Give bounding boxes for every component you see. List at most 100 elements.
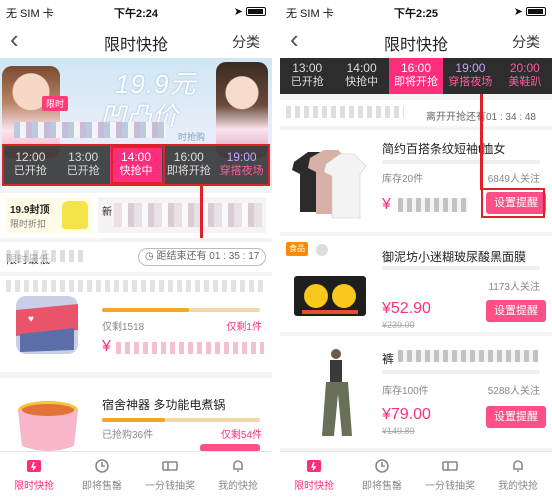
tab-1400[interactable]: 14:00 快抢中 [109, 146, 163, 184]
product-card[interactable]: 食品 御泥坊小迷糊玻尿酸黑面膜 1173人关注 ¥52.90 ¥239.00 设… [280, 236, 552, 332]
flash-sale-icon [307, 460, 321, 472]
banner-badge: 限时 [42, 96, 69, 111]
stock-count: 库存100件 [382, 386, 429, 397]
stock-left: 仅剩1件 [226, 322, 262, 333]
progress-bar [382, 160, 540, 164]
annotation-line [480, 94, 483, 190]
tab-1600[interactable]: 16:00 即将开抢 [388, 58, 444, 94]
nav-bar: ‹ 限时快抢 分类 [280, 22, 552, 58]
left-screen: 无 SIM 卡 下午2:24 ➤ ‹ 限时快抢 分类 限时 19.9元 凹凸价 … [0, 0, 272, 497]
sold-count: 已抢购36件 [102, 430, 154, 441]
product-card[interactable]: ♥ 仅剩1518 仅剩1件 ¥ [0, 276, 272, 372]
price: ¥ [102, 338, 111, 355]
trousers-image [322, 349, 352, 436]
tab-lottery[interactable]: 一分钱抽奖 [136, 452, 204, 497]
tab-lottery[interactable]: 一分钱抽奖 [416, 452, 484, 497]
tab-selling-out[interactable]: 即将售罄 [68, 452, 136, 497]
flash-sale-icon [27, 460, 41, 472]
model-image-left [2, 66, 60, 158]
annotation-line [200, 186, 203, 238]
tab-1400[interactable]: 14:00 快抢中 [334, 58, 388, 94]
countdown-bar: 离开开抢还有01 : 34 : 48 [280, 100, 552, 126]
time-tabs: 13:00 已开抢 14:00 快抢中 16:00 即将开抢 19:00 穿搭夜场 20… [280, 58, 552, 94]
category-button[interactable]: 分类 [512, 32, 540, 52]
redacted-block [398, 350, 538, 362]
tab-2000[interactable]: 20:00 美鞋趴 [498, 58, 552, 94]
nav-bar: ‹ 限时快抢 分类 [0, 22, 272, 58]
stock-count: 库存20件 [382, 174, 424, 185]
banner-link: 时抢购 [178, 132, 206, 142]
product-title: 裤 [382, 352, 395, 366]
tab-1200[interactable]: 12:00 已开抢 [4, 146, 57, 184]
product-title: 御泥坊小迷糊玻尿酸黑面膜 [382, 250, 527, 264]
category-button[interactable]: 分类 [232, 32, 260, 52]
bottom-tab-bar: 限时快抢 即将售罄 一分钱抽奖 我的快抢 [280, 451, 552, 497]
bell-icon [513, 460, 523, 472]
battery-icon: ➤ [514, 5, 546, 18]
annotation-frame [481, 188, 545, 218]
sold-count: 仅剩1518 [102, 322, 145, 333]
progress-bar [382, 370, 540, 374]
redacted-block [14, 122, 166, 138]
cooker-image [18, 401, 78, 451]
countdown-timer: ◷ 距结束还有 01 : 35 : 17 [138, 248, 267, 266]
bell-icon [233, 460, 243, 472]
price: ¥ [382, 196, 391, 213]
tab-1900[interactable]: 19:00 穿搭夜场 [215, 146, 268, 184]
original-price: ¥239.00 [382, 320, 415, 330]
redacted-block [286, 106, 404, 118]
promo-card[interactable]: 19.9封顶 限时折扣 [6, 197, 92, 233]
countdown-bar: 限时最低 ◷ 距结束还有 01 : 35 : 17 [0, 242, 272, 272]
redacted-block [116, 342, 264, 354]
promo-card[interactable]: 新 [98, 197, 266, 233]
time-tabs: 12:00 已开抢 13:00 已开抢 14:00 快抢中 16:00 即将开抢 19:… [4, 146, 268, 184]
face-mask-image [294, 276, 366, 316]
status-time: 下午2:25 [393, 8, 439, 20]
product-card[interactable]: 裤 库存100件 5288人关注 ¥79.00 ¥149.89 设置提醒 [280, 336, 552, 448]
battery-icon: ➤ [234, 5, 266, 18]
clock-icon [316, 244, 328, 256]
status-bar: 无 SIM 卡 下午2:25 ➤ [280, 0, 552, 22]
tab-1900[interactable]: 19:00 穿搭夜场 [443, 58, 497, 94]
shirt-thumbnail [62, 201, 88, 229]
svg-text:♥: ♥ [28, 314, 34, 325]
stock-left: 仅剩54件 [220, 430, 262, 441]
tab-flash-sale[interactable]: 限时快抢 [280, 452, 348, 497]
progress-bar [102, 418, 260, 422]
redacted-block [114, 203, 262, 227]
product-card[interactable]: 宿舍神器 多功能电煮锅 已抢购36件 仅剩54件 [0, 378, 272, 452]
clock-icon [95, 459, 109, 473]
price: ¥52.90 [382, 300, 431, 317]
set-reminder-button[interactable]: 设置提醒 [486, 300, 546, 322]
redacted-block [398, 198, 468, 212]
tab-1300[interactable]: 13:00 已开抢 [280, 58, 334, 94]
status-bar: 无 SIM 卡 下午2:24 ➤ [0, 0, 272, 22]
tab-1600[interactable]: 16:00 即将开抢 [162, 146, 215, 184]
progress-bar [382, 266, 540, 270]
set-reminder-button[interactable]: 设置提醒 [486, 406, 546, 428]
promo-strip: 19.9封顶 限时折扣 新 [0, 193, 272, 238]
right-screen: 无 SIM 卡 下午2:25 ➤ ‹ 限时快抢 分类 13:00 已开抢 14:0… [280, 0, 552, 497]
tab-my-sales[interactable]: 我的快抢 [484, 452, 552, 497]
redacted-block [6, 250, 84, 262]
tab-1300[interactable]: 13:00 已开抢 [57, 146, 110, 184]
follower-count: 5288人关注 [487, 386, 540, 397]
status-time: 下午2:24 [113, 8, 159, 20]
follower-count: 1173人关注 [488, 282, 540, 293]
model-image-right [216, 62, 268, 158]
redacted-block [6, 280, 264, 292]
tab-my-sales[interactable]: 我的快抢 [204, 452, 272, 497]
clock-icon [375, 459, 389, 473]
tab-selling-out[interactable]: 即将售罄 [348, 452, 416, 497]
ticket-icon [442, 461, 458, 471]
blanket-image: ♥ [16, 296, 78, 354]
category-tag: 食品 [286, 242, 308, 256]
progress-bar [102, 308, 260, 312]
product-title: 宿舍神器 多功能电煮锅 [102, 398, 226, 412]
bottom-tab-bar: 限时快抢 即将售罄 一分钱抽奖 我的快抢 [0, 451, 272, 497]
product-title: 简约百搭条纹短袖t恤女 [382, 142, 506, 156]
ticket-icon [162, 461, 178, 471]
follower-count: 6849人关注 [487, 174, 540, 185]
tshirt-image [292, 150, 367, 219]
tab-flash-sale[interactable]: 限时快抢 [0, 452, 68, 497]
